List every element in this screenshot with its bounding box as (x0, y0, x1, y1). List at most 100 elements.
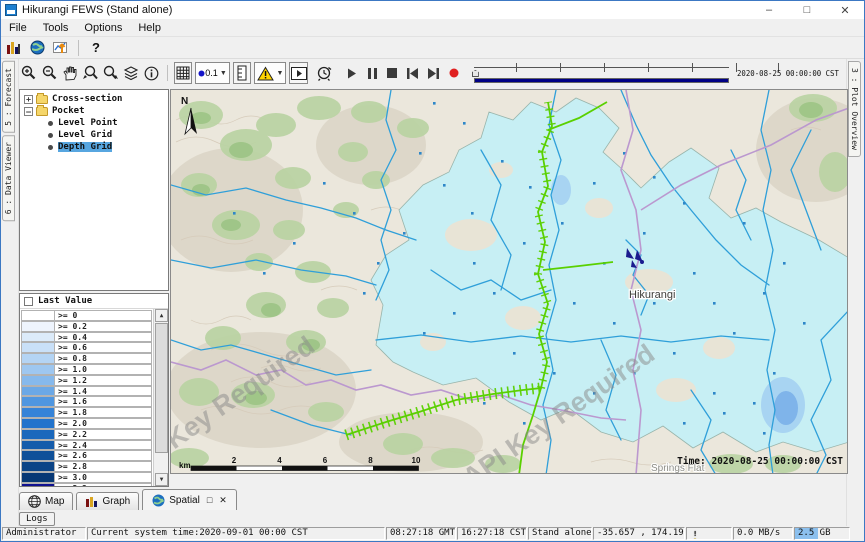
timeline-datetime: 2020-08-25 00:00:00 CST (737, 69, 839, 78)
zoom-previous-button[interactable] (81, 62, 99, 84)
zoom-next-button[interactable] (102, 62, 120, 84)
menu-item-file[interactable]: File (1, 22, 35, 34)
last-value-checkbox[interactable] (24, 297, 33, 306)
legend-row[interactable]: >= 1.2 (21, 375, 152, 386)
sidebar-tab-plot-overview[interactable]: 3 : Plot Overview (848, 61, 861, 157)
stop-button[interactable] (383, 62, 401, 84)
step-back-button[interactable] (404, 62, 422, 84)
node-bullet-icon (48, 133, 53, 138)
legend-row[interactable]: >= 2.2 (21, 429, 152, 440)
legend-scrollbar[interactable]: ▲ ▼ (153, 309, 168, 486)
status-local-time: 16:27:18 CST (457, 527, 527, 540)
legend-row[interactable]: >= 0.8 (21, 353, 152, 364)
info-button[interactable] (142, 62, 160, 84)
svg-text:4: 4 (277, 456, 282, 465)
tree-item-level-grid[interactable]: Level Grid (20, 129, 168, 141)
maximize-button[interactable]: □ (788, 1, 826, 19)
legend-row[interactable]: >= 2.0 (21, 418, 152, 429)
tab-graph[interactable]: Graph (76, 492, 139, 510)
menu-item-options[interactable]: Options (76, 22, 130, 34)
menu-item-tools[interactable]: Tools (35, 22, 77, 34)
legend-row[interactable]: >= 2.6 (21, 450, 152, 461)
last-value-checkbox-row[interactable]: Last Value (20, 294, 168, 309)
tree-item-level-point[interactable]: Level Point (20, 117, 168, 129)
scroll-down-icon[interactable]: ▼ (155, 473, 168, 486)
tree-item-cross-section[interactable]: + Cross-section (20, 93, 168, 105)
timeline-thumb[interactable] (472, 70, 479, 77)
status-warning-cell[interactable] (686, 527, 732, 540)
legend-row[interactable]: >= 2.8 (21, 461, 152, 472)
folder-icon (36, 95, 48, 104)
warning-dropdown[interactable]: ▼ (254, 62, 286, 84)
timeline-slider[interactable] (472, 61, 731, 85)
zoom-in-button[interactable] (20, 62, 38, 84)
tree-item-depth-grid[interactable]: Depth Grid (20, 141, 168, 153)
timeline-ruler (474, 67, 729, 68)
minimize-button[interactable]: – (750, 1, 788, 19)
pan-button[interactable] (61, 62, 79, 84)
legend-row[interactable]: >= 0.2 (21, 321, 152, 332)
legend-row[interactable]: >= 0.6 (21, 342, 152, 353)
warning-icon (257, 66, 274, 81)
grid-toggle-button[interactable] (174, 62, 193, 84)
pause-button[interactable] (363, 62, 381, 84)
tab-spatial[interactable]: Spatial □ ✕ (142, 489, 237, 510)
scrollbar-thumb[interactable] (155, 323, 168, 453)
help-button[interactable]: ? (84, 38, 108, 58)
step-forward-button[interactable] (424, 62, 442, 84)
main-toolbar: ? (1, 37, 864, 59)
ruler-toggle-button[interactable] (233, 62, 252, 84)
legend-row-label: >= 1.2 (55, 375, 152, 386)
legend-row[interactable]: >= 0 (21, 310, 152, 321)
time-settings-button[interactable] (315, 62, 333, 84)
close-button[interactable]: ✕ (826, 1, 864, 19)
step-forward-icon (428, 68, 439, 79)
menu-item-help[interactable]: Help (130, 22, 169, 34)
tab-map[interactable]: Map (19, 492, 73, 510)
tree-item-label: Level Point (58, 118, 118, 128)
layers-button[interactable] (122, 62, 140, 84)
tab-close-icon[interactable]: ✕ (219, 495, 227, 506)
tab-maximize-icon[interactable]: □ (207, 495, 212, 505)
legend-row[interactable]: >= 1.6 (21, 396, 152, 407)
spatial-globe-icon (152, 494, 165, 507)
interval-dropdown[interactable]: 0.1 ▼ (195, 62, 229, 84)
zoom-next-icon (102, 65, 119, 81)
svg-text:10: 10 (412, 456, 421, 465)
status-bar: Administrator Current system time:2020-0… (1, 526, 864, 541)
collapse-icon[interactable]: – (24, 107, 33, 116)
place-label-hikurangi: Hikurangi (629, 289, 675, 301)
spatial-display-button[interactable] (25, 38, 49, 58)
legend-row[interactable]: >= 3.2 (21, 483, 152, 486)
logs-button[interactable]: Logs (19, 512, 55, 526)
legend-row[interactable]: >= 1.8 (21, 407, 152, 418)
legend-row[interactable]: >= 1.4 (21, 386, 152, 397)
layers-icon (123, 66, 139, 81)
database-display-button[interactable] (1, 38, 25, 58)
legend-swatch (21, 440, 55, 451)
play-button[interactable] (343, 62, 361, 84)
scroll-up-icon[interactable]: ▲ (155, 309, 168, 322)
map-view[interactable]: API Key Required API Key Required N Hiku… (170, 89, 848, 474)
legend-row[interactable]: >= 1.0 (21, 364, 152, 375)
status-user: Administrator (2, 527, 86, 540)
legend-row[interactable]: >= 2.4 (21, 440, 152, 451)
legend-swatch (21, 407, 55, 418)
tree-item-pocket[interactable]: – Pocket (20, 105, 168, 117)
record-button[interactable] (444, 62, 462, 84)
legend-swatch (21, 483, 55, 486)
legend-row[interactable]: >= 3.0 (21, 472, 152, 483)
clock-icon (316, 65, 332, 81)
zoom-out-icon (42, 65, 58, 81)
expand-icon[interactable]: + (24, 95, 33, 104)
timeseries-display-button[interactable] (49, 38, 73, 58)
interval-value: 0.1 (205, 68, 218, 78)
animation-button[interactable] (289, 62, 308, 84)
legend-row[interactable]: >= 0.4 (21, 332, 152, 343)
svg-text:2: 2 (232, 456, 237, 465)
sidebar-tab-forecast[interactable]: 5 : Forecast (2, 61, 15, 133)
zoom-out-button[interactable] (40, 62, 58, 84)
sidebar-tab-data-viewer[interactable]: 6 : Data Viewer (2, 135, 15, 221)
node-bullet-icon (48, 145, 53, 150)
pause-icon (368, 68, 377, 79)
